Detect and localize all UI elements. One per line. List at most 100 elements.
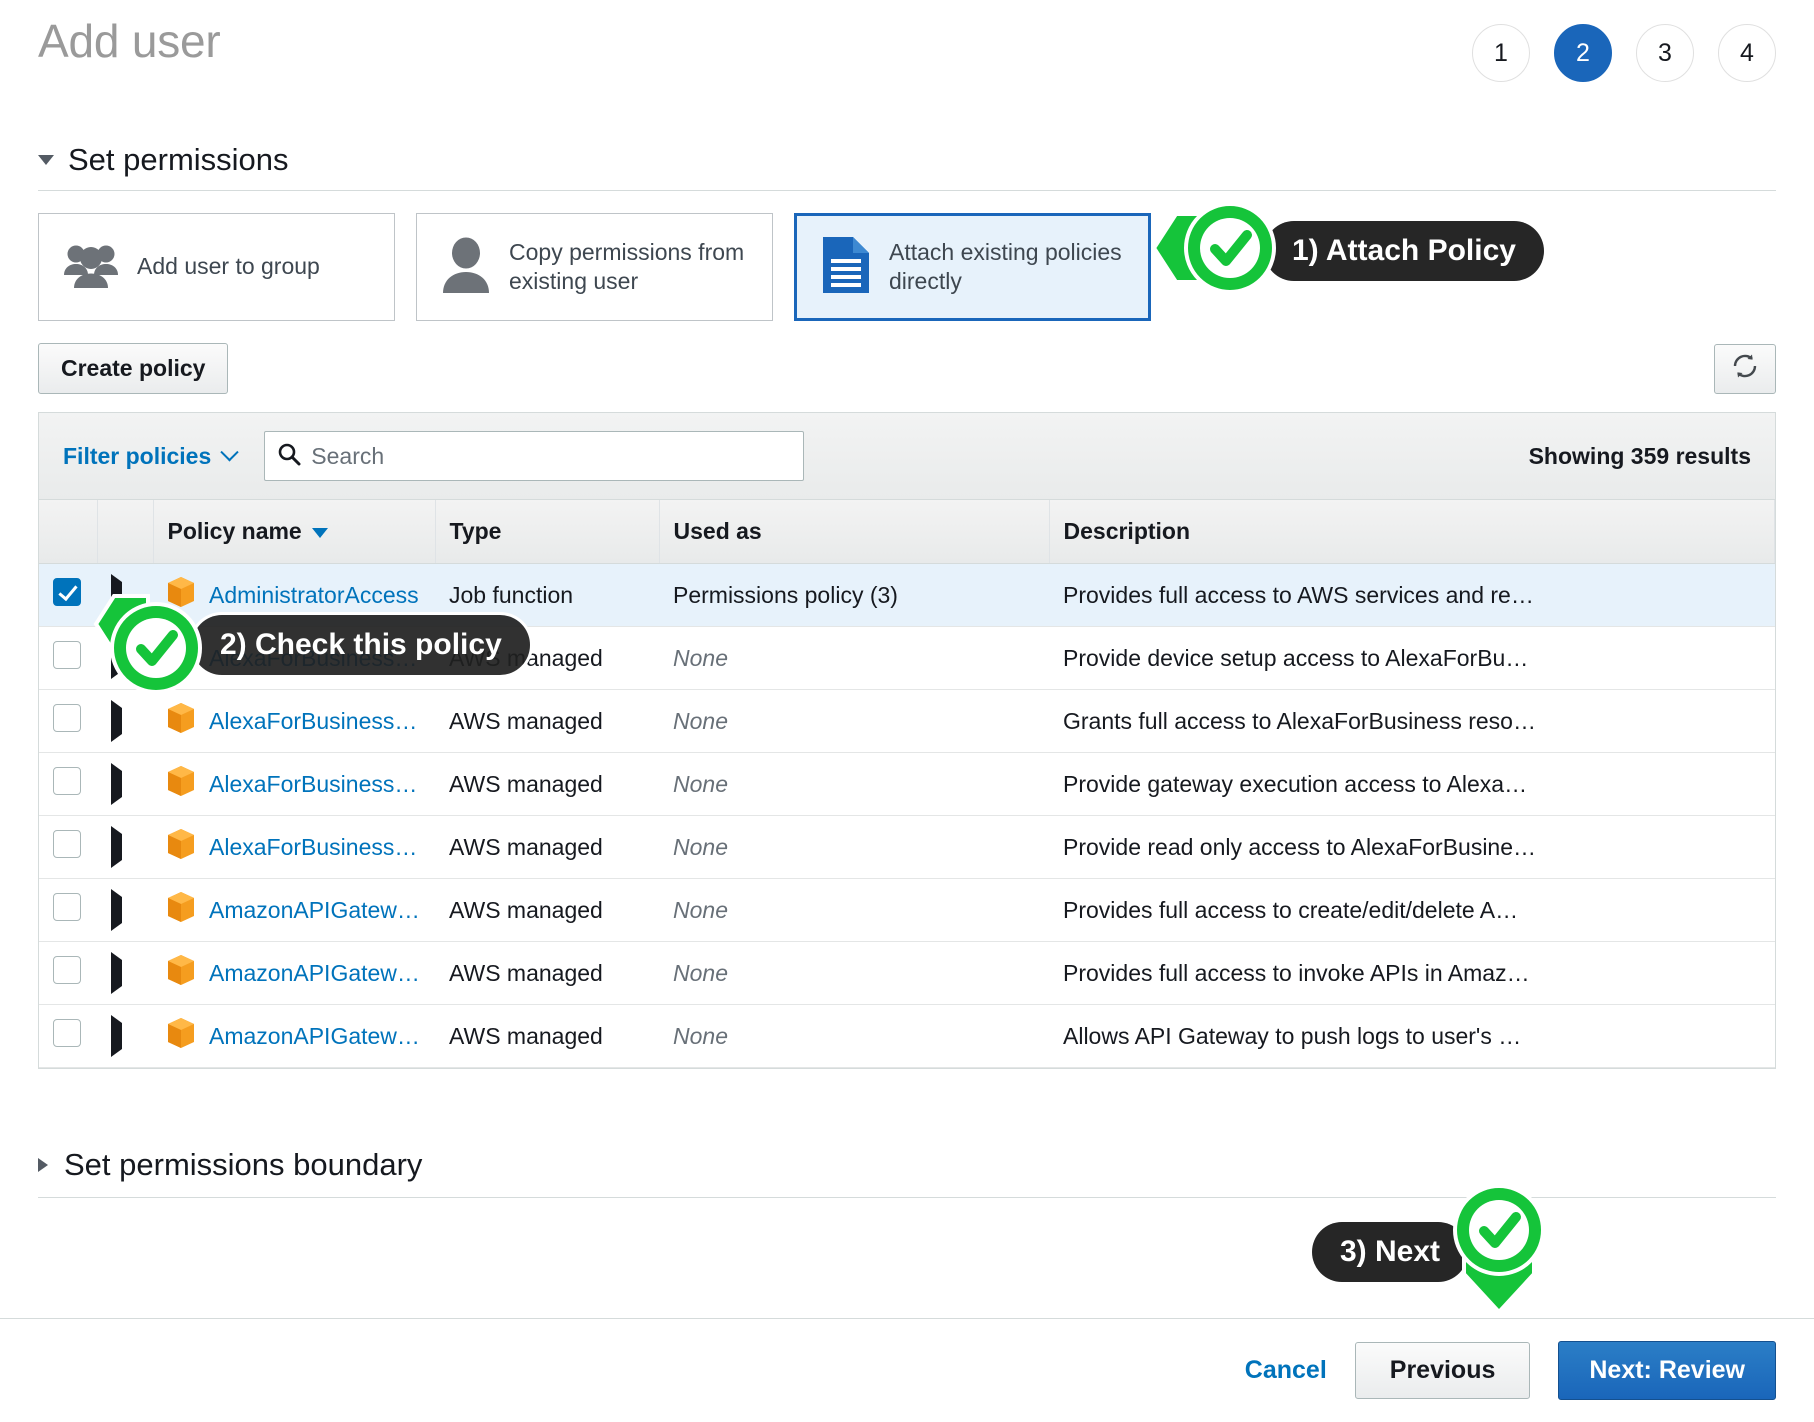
row-expand-cell[interactable] bbox=[97, 816, 153, 879]
row-checkbox[interactable] bbox=[53, 893, 81, 921]
row-checkbox[interactable] bbox=[53, 641, 81, 669]
set-permissions-title: Set permissions bbox=[68, 142, 289, 178]
expand-icon[interactable] bbox=[111, 889, 122, 931]
create-policy-button[interactable]: Create policy bbox=[38, 343, 228, 394]
results-count: Showing 359 results bbox=[1529, 443, 1751, 470]
sort-descending-icon bbox=[312, 528, 328, 538]
policy-name-link[interactable]: AlexaForBusinessF… bbox=[209, 708, 421, 735]
row-policy-name-cell[interactable]: AlexaForBusinessG… bbox=[153, 753, 435, 816]
policy-name-link[interactable]: AmazonAPIGatewa… bbox=[209, 960, 421, 987]
expand-icon[interactable] bbox=[111, 952, 122, 994]
row-description-cell: Provide device setup access to AlexaForB… bbox=[1049, 627, 1775, 690]
policy-cube-icon bbox=[167, 891, 195, 929]
set-permissions-header[interactable]: Set permissions bbox=[38, 142, 1776, 191]
row-policy-name-cell[interactable]: AlexaForBusinessR… bbox=[153, 816, 435, 879]
row-checkbox[interactable] bbox=[53, 578, 81, 606]
row-checkbox-cell[interactable] bbox=[39, 879, 97, 942]
row-checkbox-cell[interactable] bbox=[39, 816, 97, 879]
used-as-value: None bbox=[673, 834, 728, 860]
annotation-check-marker-icon bbox=[92, 586, 218, 703]
next-review-button[interactable]: Next: Review bbox=[1558, 1341, 1776, 1400]
cancel-button[interactable]: Cancel bbox=[1245, 1356, 1327, 1385]
table-header-row: Policy name Type Used as Description bbox=[39, 500, 1775, 564]
row-expand-cell[interactable] bbox=[97, 753, 153, 816]
annotation-check-marker-icon bbox=[1444, 1182, 1554, 1321]
row-used-as-cell: Permissions policy (3) bbox=[659, 564, 1049, 627]
annotation-attach-policy: 1) Attach Policy bbox=[1152, 196, 1544, 305]
policy-cube-icon bbox=[167, 702, 195, 740]
policy-cube-icon bbox=[167, 765, 195, 803]
row-checkbox[interactable] bbox=[53, 1019, 81, 1047]
filter-policies-dropdown[interactable]: Filter policies bbox=[63, 443, 236, 470]
filter-policies-label: Filter policies bbox=[63, 443, 211, 470]
policy-cube-icon bbox=[167, 1017, 195, 1055]
step-2[interactable]: 2 bbox=[1554, 24, 1612, 82]
previous-button[interactable]: Previous bbox=[1355, 1342, 1531, 1399]
row-checkbox-cell[interactable] bbox=[39, 942, 97, 1005]
row-expand-cell[interactable] bbox=[97, 879, 153, 942]
policy-cube-icon bbox=[167, 954, 195, 992]
table-row[interactable]: AmazonAPIGatewa… AWS managed None Provid… bbox=[39, 879, 1775, 942]
annotation-check-marker-icon bbox=[1152, 196, 1290, 305]
chevron-down-icon bbox=[38, 155, 54, 165]
user-icon bbox=[441, 237, 491, 298]
option-attach-policies[interactable]: Attach existing policies directly bbox=[794, 213, 1151, 321]
table-row[interactable]: AmazonAPIGatewa… AWS managed None Provid… bbox=[39, 942, 1775, 1005]
row-checkbox[interactable] bbox=[53, 956, 81, 984]
row-policy-name-cell[interactable]: AmazonAPIGatewa… bbox=[153, 879, 435, 942]
chevron-right-icon bbox=[38, 1158, 48, 1172]
row-checkbox-cell[interactable] bbox=[39, 753, 97, 816]
header-used-as[interactable]: Used as bbox=[659, 500, 1049, 564]
table-row[interactable]: AlexaForBusinessR… AWS managed None Prov… bbox=[39, 816, 1775, 879]
row-checkbox-cell[interactable] bbox=[39, 1005, 97, 1068]
row-type-cell: AWS managed bbox=[435, 1005, 659, 1068]
row-checkbox[interactable] bbox=[53, 830, 81, 858]
row-checkbox-cell[interactable] bbox=[39, 627, 97, 690]
row-checkbox-cell[interactable] bbox=[39, 564, 97, 627]
policy-name-link[interactable]: AlexaForBusinessR… bbox=[209, 834, 421, 861]
row-description-cell: Provides full access to create/edit/dele… bbox=[1049, 879, 1775, 942]
expand-icon[interactable] bbox=[111, 826, 122, 868]
step-4[interactable]: 4 bbox=[1718, 24, 1776, 82]
header-description[interactable]: Description bbox=[1049, 500, 1775, 564]
expand-icon[interactable] bbox=[111, 763, 122, 805]
expand-icon[interactable] bbox=[111, 1015, 122, 1057]
row-checkbox[interactable] bbox=[53, 704, 81, 732]
row-used-as-cell: None bbox=[659, 942, 1049, 1005]
policy-name-link[interactable]: AlexaForBusinessG… bbox=[209, 771, 421, 798]
row-used-as-cell: None bbox=[659, 627, 1049, 690]
policies-table-head: Policy name Type Used as Description bbox=[39, 500, 1775, 564]
group-icon bbox=[63, 242, 119, 293]
set-permissions-boundary-title: Set permissions boundary bbox=[64, 1147, 422, 1183]
filter-area: Filter policies Search bbox=[63, 431, 804, 481]
policy-name-link[interactable]: AmazonAPIGatewa… bbox=[209, 1023, 421, 1050]
step-1[interactable]: 1 bbox=[1472, 24, 1530, 82]
row-description-cell: Provides full access to AWS services and… bbox=[1049, 564, 1775, 627]
option-add-user-to-group[interactable]: Add user to group bbox=[38, 213, 395, 321]
table-row[interactable]: AmazonAPIGatewa… AWS managed None Allows… bbox=[39, 1005, 1775, 1068]
row-policy-name-cell[interactable]: AmazonAPIGatewa… bbox=[153, 942, 435, 1005]
header-select-all[interactable] bbox=[39, 500, 97, 564]
row-type-cell: AWS managed bbox=[435, 753, 659, 816]
policy-name-link[interactable]: AmazonAPIGatewa… bbox=[209, 897, 421, 924]
header-type[interactable]: Type bbox=[435, 500, 659, 564]
table-row[interactable]: AlexaForBusinessG… AWS managed None Prov… bbox=[39, 753, 1775, 816]
row-expand-cell[interactable] bbox=[97, 1005, 153, 1068]
option-copy-permissions[interactable]: Copy permissions from existing user bbox=[416, 213, 773, 321]
policy-toolbar: Create policy bbox=[38, 343, 1776, 394]
expand-icon[interactable] bbox=[111, 700, 122, 742]
refresh-button[interactable] bbox=[1714, 344, 1776, 394]
row-checkbox-cell[interactable] bbox=[39, 690, 97, 753]
header-policy-name-label: Policy name bbox=[168, 518, 302, 544]
row-expand-cell[interactable] bbox=[97, 942, 153, 1005]
option-label-copy-permissions: Copy permissions from existing user bbox=[509, 238, 748, 297]
search-icon bbox=[277, 442, 301, 471]
header-policy-name[interactable]: Policy name bbox=[153, 500, 435, 564]
search-input[interactable]: Search bbox=[264, 431, 804, 481]
row-policy-name-cell[interactable]: AmazonAPIGatewa… bbox=[153, 1005, 435, 1068]
row-checkbox[interactable] bbox=[53, 767, 81, 795]
annotation-label-attach-policy: 1) Attach Policy bbox=[1264, 221, 1544, 281]
step-3[interactable]: 3 bbox=[1636, 24, 1694, 82]
document-icon bbox=[821, 235, 871, 300]
used-as-value: None bbox=[673, 960, 728, 986]
